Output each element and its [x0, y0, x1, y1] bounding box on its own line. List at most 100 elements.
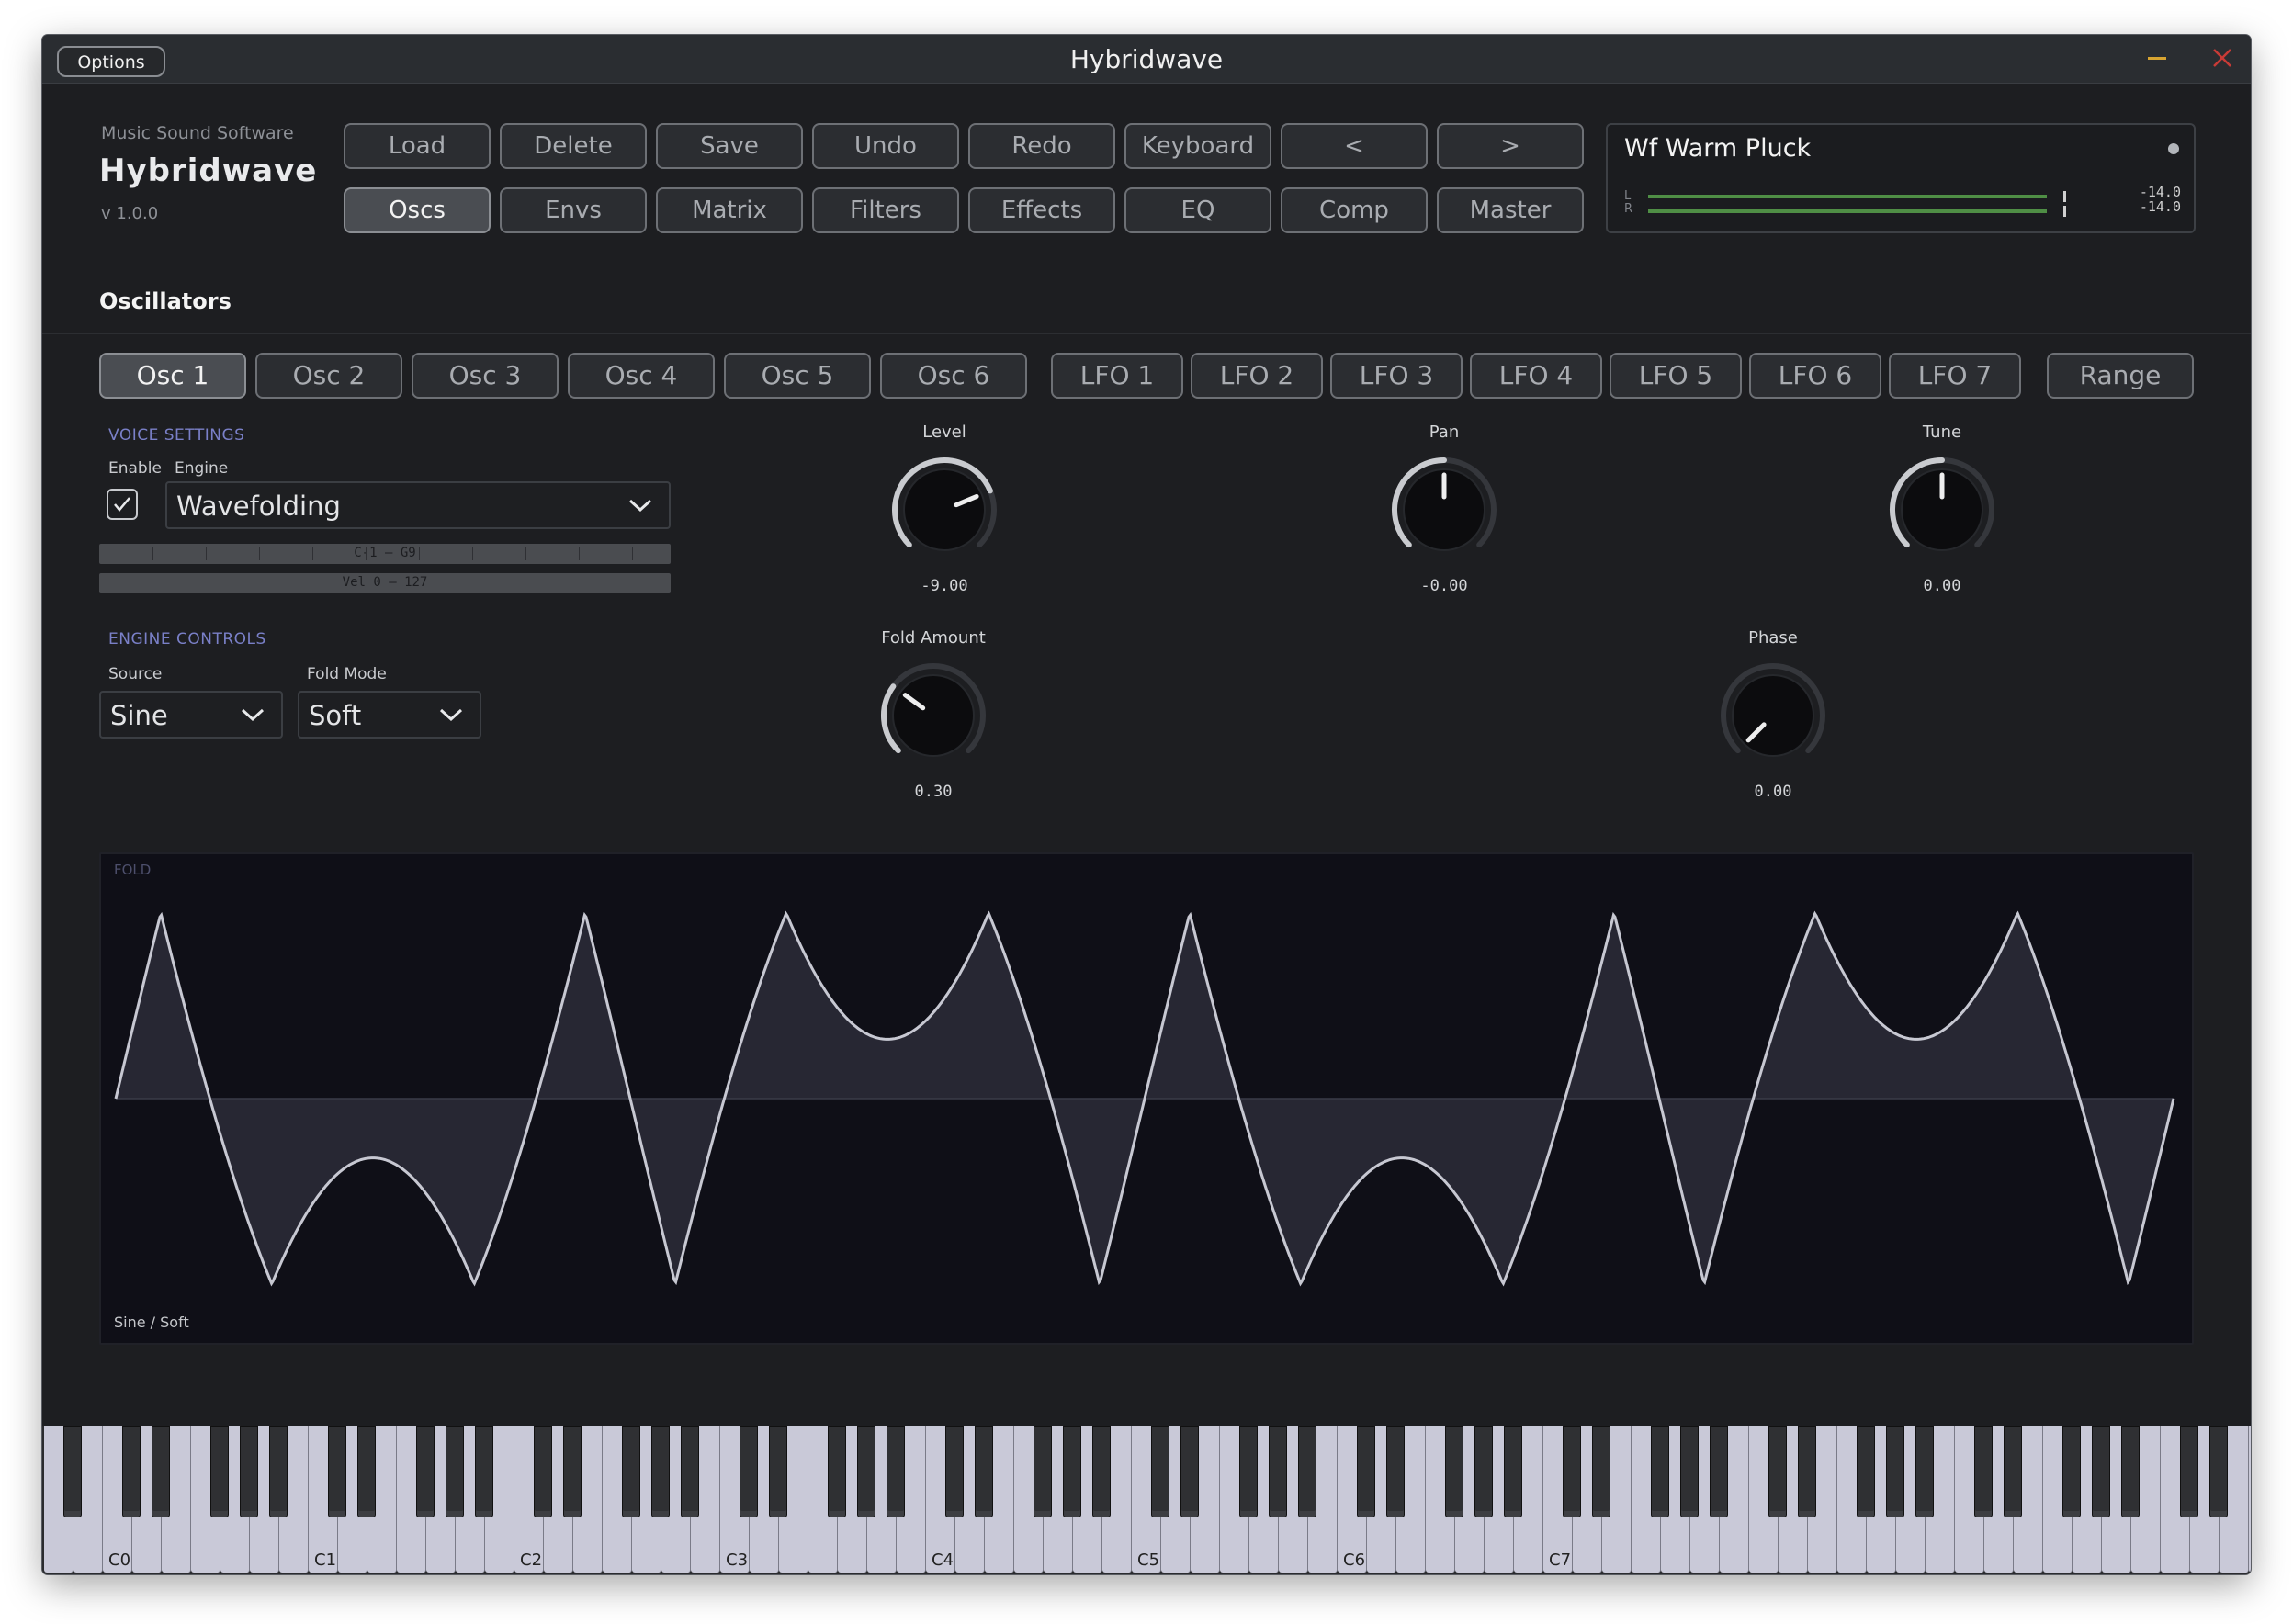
- black-key[interactable]: [651, 1426, 670, 1517]
- toolbar-next-button[interactable]: >: [1437, 123, 1584, 169]
- phase-knob[interactable]: [1713, 656, 1833, 775]
- black-key[interactable]: [769, 1426, 787, 1517]
- toolbar-envs-button[interactable]: Envs: [500, 187, 647, 233]
- toolbar-prev-button[interactable]: <: [1281, 123, 1428, 169]
- toolbar-save-button[interactable]: Save: [656, 123, 803, 169]
- black-key[interactable]: [2121, 1426, 2140, 1517]
- tab-osc-4[interactable]: Osc 4: [568, 353, 715, 399]
- black-key[interactable]: [1269, 1426, 1287, 1517]
- toolbar-load-button[interactable]: Load: [344, 123, 491, 169]
- black-key[interactable]: [887, 1426, 905, 1517]
- tab-range[interactable]: Range: [2047, 353, 2194, 399]
- fold-amount-knob[interactable]: [874, 656, 993, 775]
- tab-osc-5[interactable]: Osc 5: [724, 353, 871, 399]
- black-key[interactable]: [1768, 1426, 1787, 1517]
- fold-mode-dropdown[interactable]: Soft: [298, 691, 481, 739]
- toolbar-oscs-button[interactable]: Oscs: [344, 187, 491, 233]
- tab-lfo-4[interactable]: LFO 4: [1470, 353, 1602, 399]
- black-key[interactable]: [1180, 1426, 1199, 1517]
- waveform-plot: [114, 910, 2175, 1287]
- preset-display[interactable]: Wf Warm Pluck L R -14.0 -14.0: [1606, 123, 2196, 233]
- black-key[interactable]: [1239, 1426, 1258, 1517]
- black-key[interactable]: [1592, 1426, 1610, 1517]
- black-key[interactable]: [828, 1426, 846, 1517]
- tab-lfo-6[interactable]: LFO 6: [1749, 353, 1881, 399]
- black-key[interactable]: [446, 1426, 464, 1517]
- black-key[interactable]: [1857, 1426, 1875, 1517]
- black-key[interactable]: [1386, 1426, 1405, 1517]
- toolbar-undo-button[interactable]: Undo: [812, 123, 959, 169]
- pan-knob[interactable]: [1384, 450, 1504, 570]
- black-key[interactable]: [357, 1426, 376, 1517]
- tune-knob[interactable]: [1882, 450, 2002, 570]
- black-key[interactable]: [1063, 1426, 1081, 1517]
- black-key[interactable]: [475, 1426, 493, 1517]
- tab-osc-3[interactable]: Osc 3: [412, 353, 559, 399]
- black-key[interactable]: [622, 1426, 640, 1517]
- black-key[interactable]: [2180, 1426, 2198, 1517]
- black-key[interactable]: [2004, 1426, 2022, 1517]
- level-knob[interactable]: [885, 450, 1004, 570]
- black-key[interactable]: [1092, 1426, 1111, 1517]
- black-key[interactable]: [269, 1426, 288, 1517]
- meter-right-peak: [2063, 206, 2066, 217]
- black-key[interactable]: [1563, 1426, 1581, 1517]
- black-key[interactable]: [740, 1426, 758, 1517]
- toolbar-eq-button[interactable]: EQ: [1124, 187, 1271, 233]
- toolbar-keyboard-button[interactable]: Keyboard: [1124, 123, 1271, 169]
- black-key[interactable]: [681, 1426, 699, 1517]
- toolbar-matrix-button[interactable]: Matrix: [656, 187, 803, 233]
- velocity-range-slider[interactable]: Vel 0 – 127: [99, 573, 671, 593]
- black-key[interactable]: [1974, 1426, 1993, 1517]
- black-key[interactable]: [1798, 1426, 1816, 1517]
- toolbar-filters-button[interactable]: Filters: [812, 187, 959, 233]
- black-key[interactable]: [1474, 1426, 1493, 1517]
- black-key[interactable]: [152, 1426, 170, 1517]
- black-key[interactable]: [2092, 1426, 2110, 1517]
- black-key[interactable]: [2062, 1426, 2081, 1517]
- minimize-icon[interactable]: [2148, 57, 2166, 60]
- black-key[interactable]: [63, 1426, 82, 1517]
- black-key[interactable]: [328, 1426, 346, 1517]
- engine-dropdown[interactable]: Wavefolding: [165, 481, 671, 529]
- toolbar-comp-button[interactable]: Comp: [1281, 187, 1428, 233]
- key-range-slider[interactable]: C-1 – G9: [99, 544, 671, 564]
- tab-lfo-5[interactable]: LFO 5: [1610, 353, 1742, 399]
- black-key[interactable]: [1034, 1426, 1052, 1517]
- black-key[interactable]: [1298, 1426, 1316, 1517]
- enable-checkbox[interactable]: [107, 489, 138, 520]
- black-key[interactable]: [1357, 1426, 1375, 1517]
- black-key[interactable]: [1151, 1426, 1169, 1517]
- black-key[interactable]: [210, 1426, 229, 1517]
- black-key[interactable]: [1680, 1426, 1699, 1517]
- toolbar-redo-button[interactable]: Redo: [968, 123, 1115, 169]
- black-key[interactable]: [857, 1426, 875, 1517]
- black-key[interactable]: [122, 1426, 141, 1517]
- tab-osc-1[interactable]: Osc 1: [99, 353, 246, 399]
- black-key[interactable]: [416, 1426, 435, 1517]
- black-key[interactable]: [2209, 1426, 2228, 1517]
- black-key[interactable]: [534, 1426, 552, 1517]
- tab-osc-6[interactable]: Osc 6: [880, 353, 1027, 399]
- black-key[interactable]: [1710, 1426, 1728, 1517]
- tab-lfo-3[interactable]: LFO 3: [1330, 353, 1463, 399]
- black-key[interactable]: [1504, 1426, 1522, 1517]
- white-key[interactable]: [2249, 1426, 2251, 1573]
- toolbar-master-button[interactable]: Master: [1437, 187, 1584, 233]
- tab-osc-2[interactable]: Osc 2: [255, 353, 402, 399]
- black-key[interactable]: [1445, 1426, 1463, 1517]
- tab-lfo-2[interactable]: LFO 2: [1191, 353, 1323, 399]
- black-key[interactable]: [240, 1426, 258, 1517]
- toolbar-delete-button[interactable]: Delete: [500, 123, 647, 169]
- close-icon[interactable]: [2210, 46, 2234, 70]
- black-key[interactable]: [563, 1426, 582, 1517]
- tab-lfo-1[interactable]: LFO 1: [1051, 353, 1183, 399]
- black-key[interactable]: [1915, 1426, 1934, 1517]
- black-key[interactable]: [945, 1426, 964, 1517]
- black-key[interactable]: [1651, 1426, 1669, 1517]
- black-key[interactable]: [1886, 1426, 1904, 1517]
- black-key[interactable]: [975, 1426, 993, 1517]
- toolbar-effects-button[interactable]: Effects: [968, 187, 1115, 233]
- source-dropdown[interactable]: Sine: [99, 691, 283, 739]
- tab-lfo-7[interactable]: LFO 7: [1889, 353, 2021, 399]
